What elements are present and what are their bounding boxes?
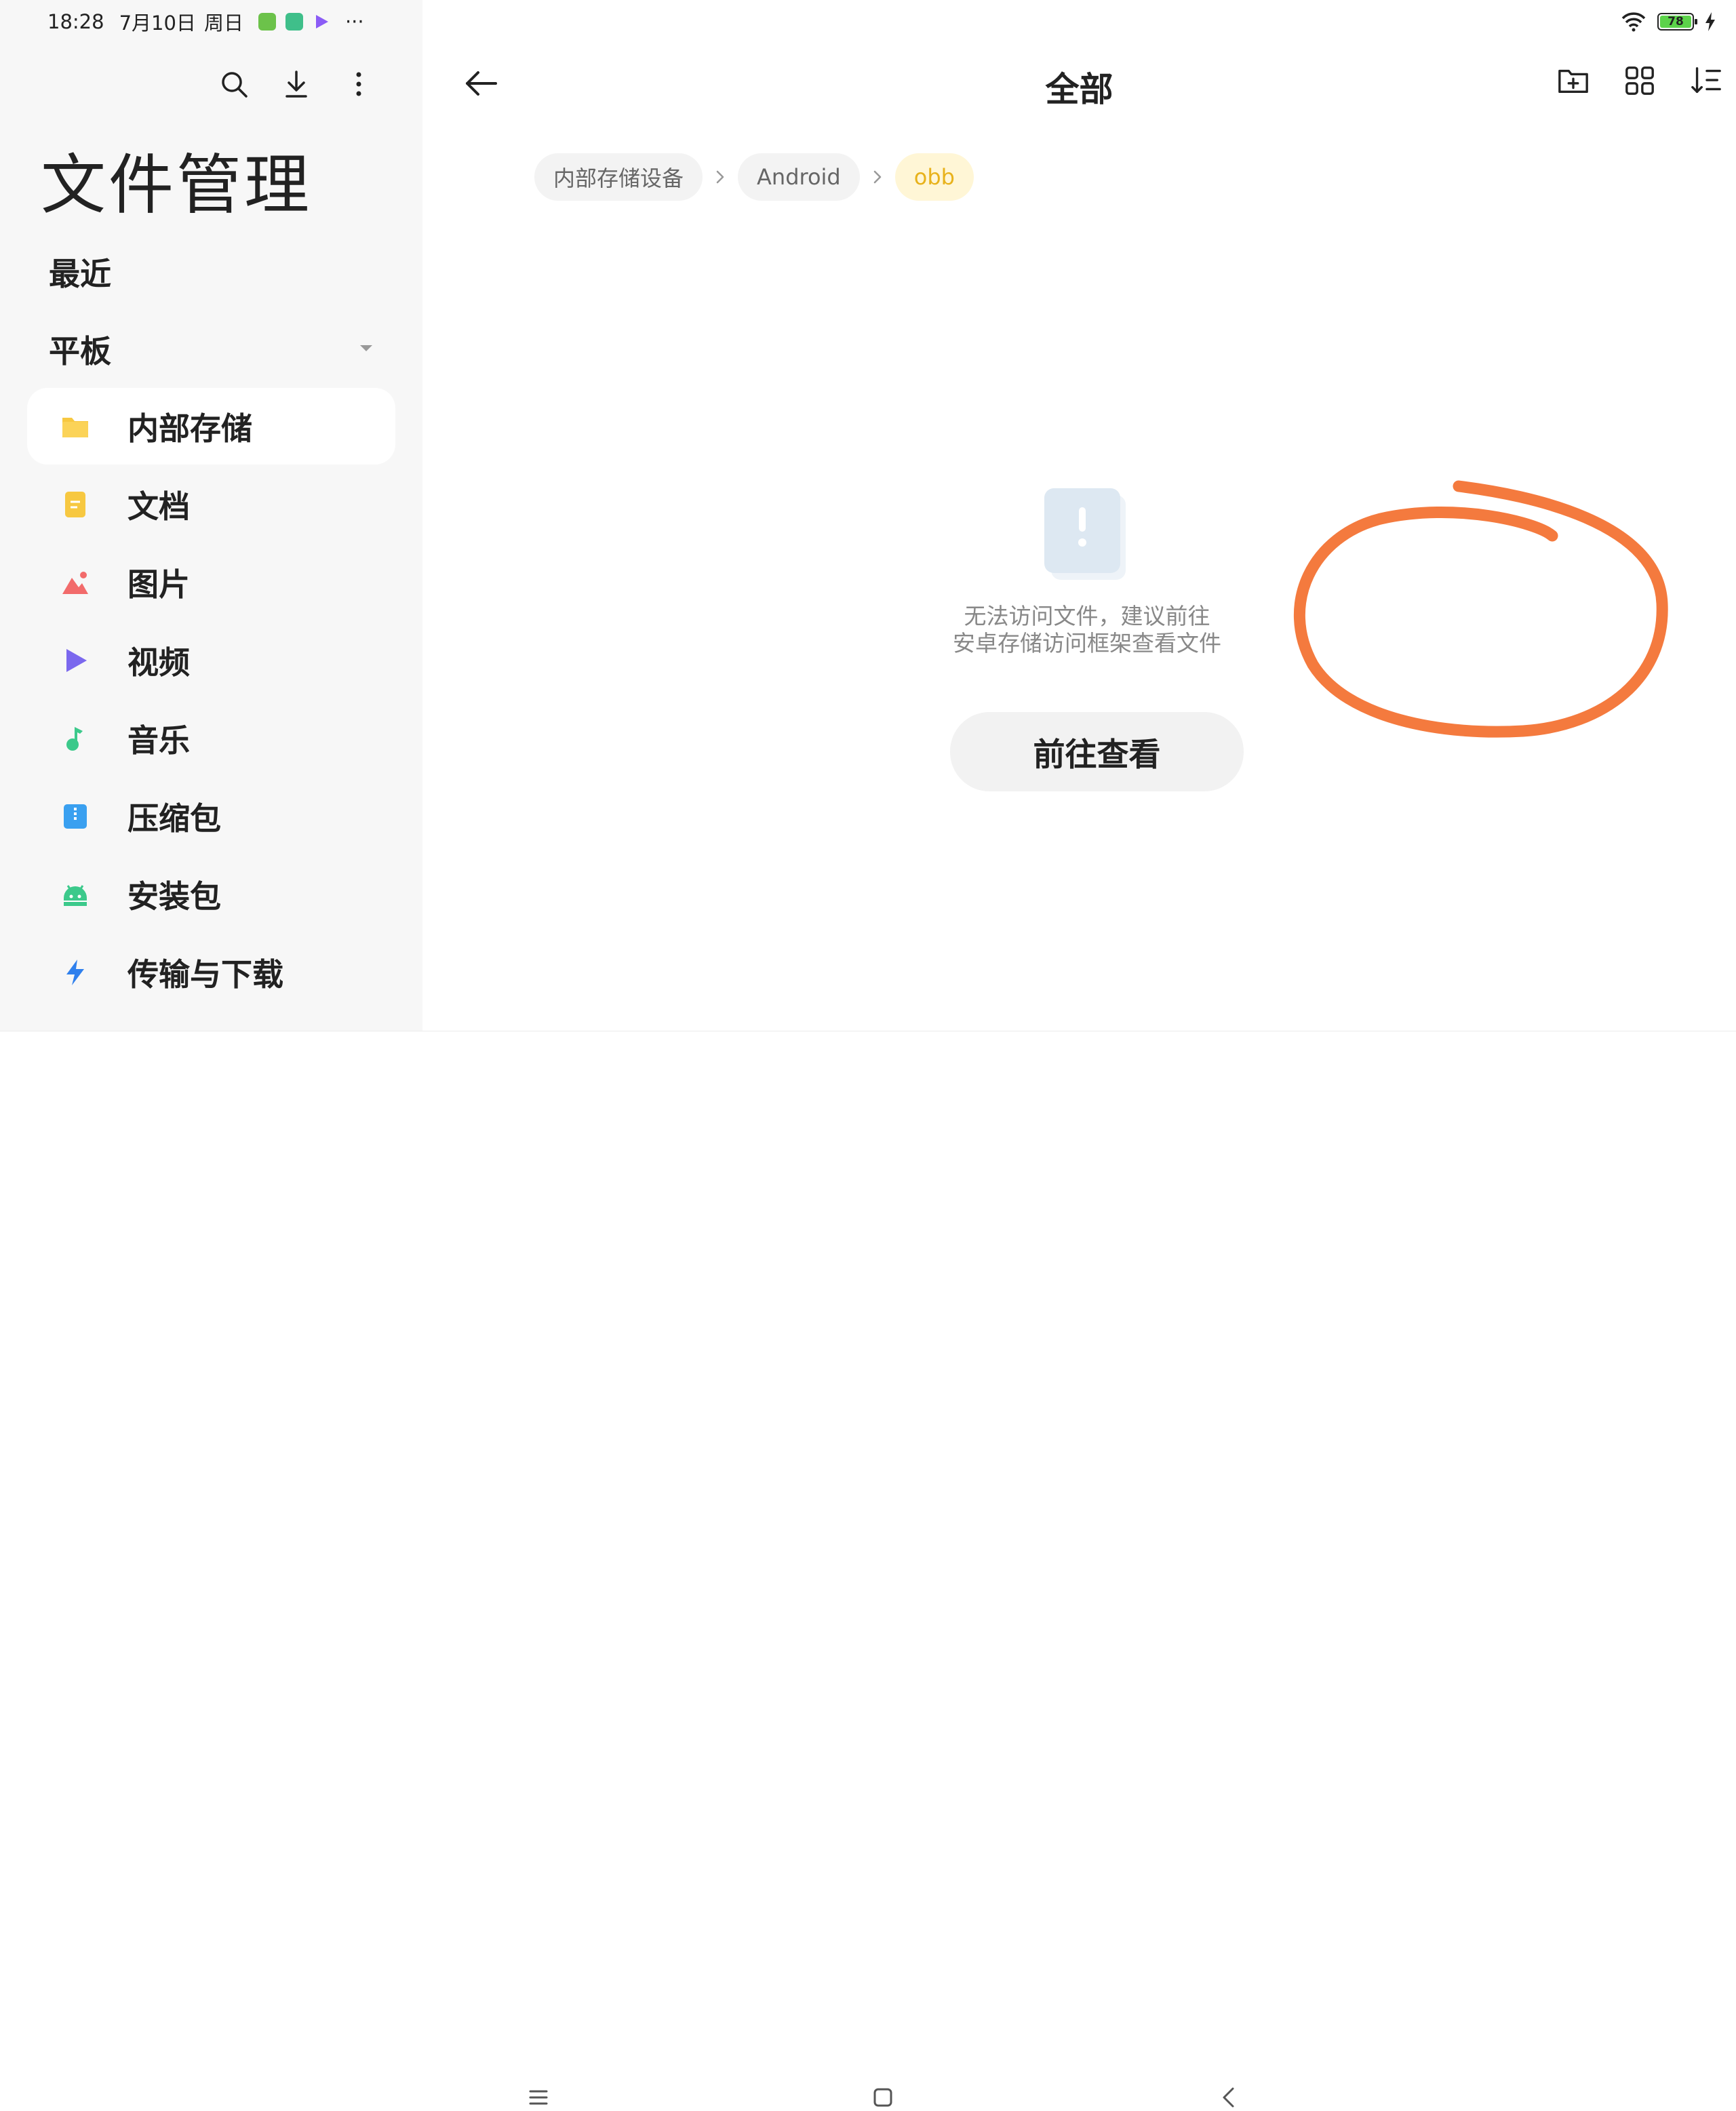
status-more: ··· [344,10,364,33]
app-notification-icon [285,13,303,31]
sidebar-item-label: 图片 [127,566,190,603]
sidebar-item-label: 文档 [127,488,190,525]
sort-icon [1691,67,1721,93]
sidebar-item-label: 内部存储 [127,410,252,447]
breadcrumb-item[interactable]: Android [738,153,860,201]
sidebar-item-label: 安装包 [127,877,221,915]
status-app-icons [258,13,330,31]
charging-bolt-icon [1705,12,1715,31]
search-button[interactable] [218,68,250,100]
new-folder-button[interactable] [1557,64,1590,97]
toolbar-actions [1557,64,1722,97]
page-title: 全部 [1045,70,1113,109]
sidebar-item-music[interactable]: 音乐 [27,700,395,776]
download-button[interactable] [280,68,313,100]
sidebar-item-transfers[interactable]: 传输与下载 [27,934,395,1010]
status-bar-left: 18:28 7月10日 周日 ··· [47,8,364,35]
status-time: 18:28 [47,10,104,33]
system-nav-bar [0,1031,1736,2108]
sidebar-item-label: 压缩包 [127,800,221,837]
folder-icon [62,418,88,437]
breadcrumb-item-current[interactable]: obb [894,153,974,201]
sidebar-item-label: 音乐 [127,722,190,759]
app-title: 文件管理 [41,147,312,223]
play-store-icon [315,15,328,28]
no-access-file-icon [1044,488,1126,580]
sidebar-item-label: 传输与下载 [127,955,283,993]
breadcrumb-item[interactable]: 内部存储设备 [534,153,703,201]
transfer-icon [66,960,84,985]
app-notification-icon [258,13,276,31]
collapse-chevron-icon[interactable] [356,338,376,358]
back-nav-icon[interactable] [1215,2084,1242,2111]
battery-level: 78 [1660,16,1691,28]
sidebar-item-pictures[interactable]: 图片 [27,544,395,620]
recent-apps-icon[interactable] [525,2084,552,2111]
battery-icon: 78 [1657,13,1697,31]
breadcrumb: 内部存储设备 Android obb [534,153,974,201]
new-folder-icon [1558,69,1588,93]
more-options-button[interactable] [342,68,375,100]
sidebar-item-documents[interactable]: 文档 [27,466,395,542]
sidebar-tablet-header[interactable]: 平板 [49,327,111,372]
empty-message-line2: 安卓存储访问框架查看文件 [953,630,1221,656]
sidebar-item-videos[interactable]: 视频 [27,622,395,698]
android-icon [64,885,87,906]
grid-view-button[interactable] [1623,64,1656,97]
more-vertical-icon [356,72,361,96]
sidebar-recent[interactable]: 最近 [49,250,111,294]
main-panel: 78 全部 内部存储设备 Android obb 无法访问文件，建议前往 安卓存… [422,0,1736,1031]
search-icon [222,72,248,98]
sidebar-item-internal-storage[interactable]: 内部存储 [27,388,395,465]
document-icon [65,492,85,517]
sidebar-item-apks[interactable]: 安装包 [27,856,395,932]
home-icon[interactable] [869,2084,896,2111]
archive-icon [64,804,87,829]
wifi-icon [1621,12,1646,32]
chevron-right-icon [873,170,881,184]
sidebar-list: 内部存储 文档 图片 视频 音乐 压缩包 安装包 传输与下载 [27,388,395,1012]
video-icon [66,649,87,672]
sidebar-item-label: 视频 [127,644,190,681]
status-weekday: 周日 [203,12,243,35]
picture-icon [62,572,88,594]
download-icon [285,71,307,98]
music-icon [66,727,83,751]
status-bar-right: 78 [1621,8,1716,35]
status-date: 7月10日 [119,12,196,35]
go-view-button[interactable]: 前往查看 [950,712,1244,791]
sidebar-item-archives[interactable]: 压缩包 [27,778,395,854]
sort-button[interactable] [1690,64,1722,97]
annotation-circle [1293,480,1668,738]
sidebar: 18:28 7月10日 周日 ··· 文件管理 最近 平板 内部存储 文档 图片… [0,0,422,1031]
chevron-right-icon [716,170,724,184]
sidebar-actions [218,68,375,100]
grid-view-icon [1625,66,1654,95]
